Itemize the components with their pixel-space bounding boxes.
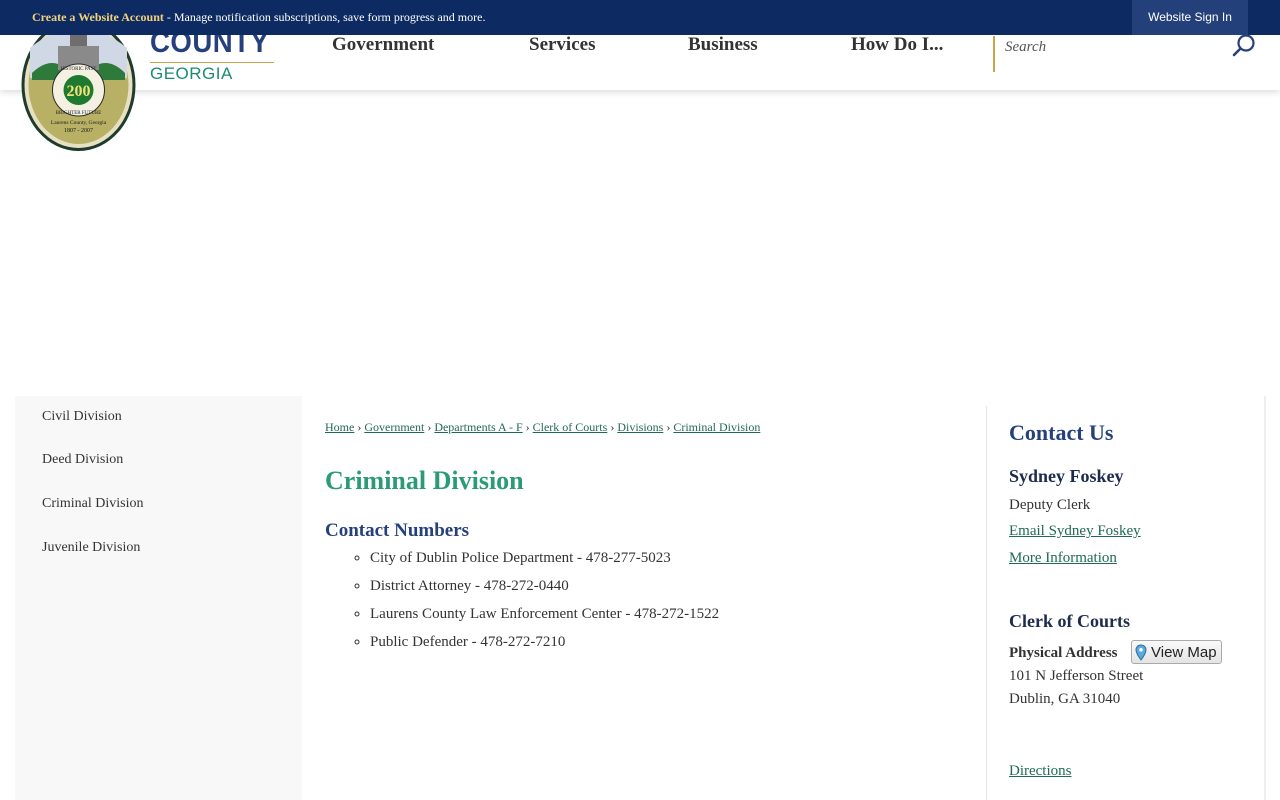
- email-contact-link[interactable]: Email Sydney Foskey: [1009, 523, 1141, 540]
- nav-services[interactable]: Services: [529, 34, 595, 56]
- county-seal-logo[interactable]: 200 HISTORIC PAST BRIGHTER FUTURE Lauren…: [20, 18, 137, 153]
- contact-person-title: Deputy Clerk: [1009, 497, 1091, 513]
- view-map-label: View Map: [1151, 644, 1217, 661]
- breadcrumb-separator: ›: [427, 420, 432, 434]
- notification-bar: Create a Website Account - Manage notifi…: [0, 0, 1280, 35]
- sidebar-item-criminal-division[interactable]: Criminal Division: [42, 496, 144, 512]
- section-title-contact-numbers: Contact Numbers: [325, 520, 470, 541]
- nav-government[interactable]: Government: [332, 34, 434, 56]
- list-item: District Attorney - 478-272-0440: [370, 574, 719, 602]
- breadcrumb-home[interactable]: Home: [325, 420, 354, 434]
- nav-how-do-i[interactable]: How Do I...: [851, 34, 943, 56]
- seal-number: 200: [67, 83, 91, 100]
- contact-us-heading: Contact Us: [1009, 420, 1114, 445]
- physical-address-label: Physical Address: [1009, 645, 1118, 661]
- seal-years-text: 1807 - 2007: [64, 128, 93, 134]
- notification-message: Create a Website Account - Manage notifi…: [32, 10, 485, 24]
- sidebar-item-juvenile-division[interactable]: Juvenile Division: [42, 540, 140, 556]
- breadcrumb-departments[interactable]: Departments A - F: [434, 420, 522, 434]
- contact-us-panel: [987, 396, 1265, 800]
- notification-text: - Manage notification subscriptions, sav…: [163, 10, 486, 24]
- breadcrumb-criminal-division[interactable]: Criminal Division: [673, 420, 760, 434]
- sidebar-item-civil-division[interactable]: Civil Division: [42, 409, 122, 425]
- list-item: Public Defender - 478-272-7210: [370, 630, 719, 658]
- create-account-link[interactable]: Create a Website Account: [32, 10, 164, 24]
- breadcrumb-divisions[interactable]: Divisions: [617, 420, 663, 434]
- address-line-2: Dublin, GA 31040: [1009, 691, 1121, 707]
- brand-divider: [150, 62, 274, 63]
- office-name: Clerk of Courts: [1009, 611, 1130, 631]
- contact-person-name: Sydney Foskey: [1009, 466, 1124, 486]
- breadcrumb-government[interactable]: Government: [364, 420, 424, 434]
- address-line-1: 101 N Jefferson Street: [1009, 668, 1144, 684]
- list-item: Laurens County Law Enforcement Center - …: [370, 602, 719, 630]
- directions-link[interactable]: Directions: [1009, 763, 1071, 780]
- more-information-link[interactable]: More Information: [1009, 550, 1117, 567]
- breadcrumb-separator: ›: [610, 420, 615, 434]
- sidebar-nav: Civil Division Deed Division Criminal Di…: [15, 396, 302, 800]
- website-sign-in-button[interactable]: Website Sign In: [1132, 0, 1248, 35]
- panel-divider: [986, 406, 987, 800]
- contact-numbers-list: City of Dublin Police Department - 478-2…: [325, 546, 719, 658]
- sidebar-item-deed-division[interactable]: Deed Division: [42, 452, 123, 468]
- seal-county-text: Laurens County, Georgia: [51, 120, 107, 126]
- search-divider: [993, 36, 995, 72]
- breadcrumb-separator: ›: [357, 420, 362, 434]
- panel-edge: [1264, 396, 1266, 800]
- nav-business[interactable]: Business: [688, 34, 758, 56]
- breadcrumb-separator: ›: [666, 420, 671, 434]
- breadcrumb-separator: ›: [525, 420, 530, 434]
- brand-state-text[interactable]: GEORGIA: [150, 64, 233, 84]
- search-input[interactable]: [1003, 36, 1227, 58]
- view-map-button[interactable]: View Map: [1131, 640, 1222, 664]
- page-title: Criminal Division: [325, 466, 524, 495]
- search-icon[interactable]: [1230, 32, 1258, 60]
- seal-top-text: HISTORIC PAST: [61, 67, 97, 72]
- breadcrumb-clerk-of-courts[interactable]: Clerk of Courts: [533, 420, 608, 434]
- map-pin-icon: [1135, 644, 1147, 661]
- seal-bottom-text: BRIGHTER FUTURE: [56, 111, 102, 116]
- breadcrumb: Home › Government › Departments A - F › …: [325, 420, 760, 435]
- list-item: City of Dublin Police Department - 478-2…: [370, 546, 719, 574]
